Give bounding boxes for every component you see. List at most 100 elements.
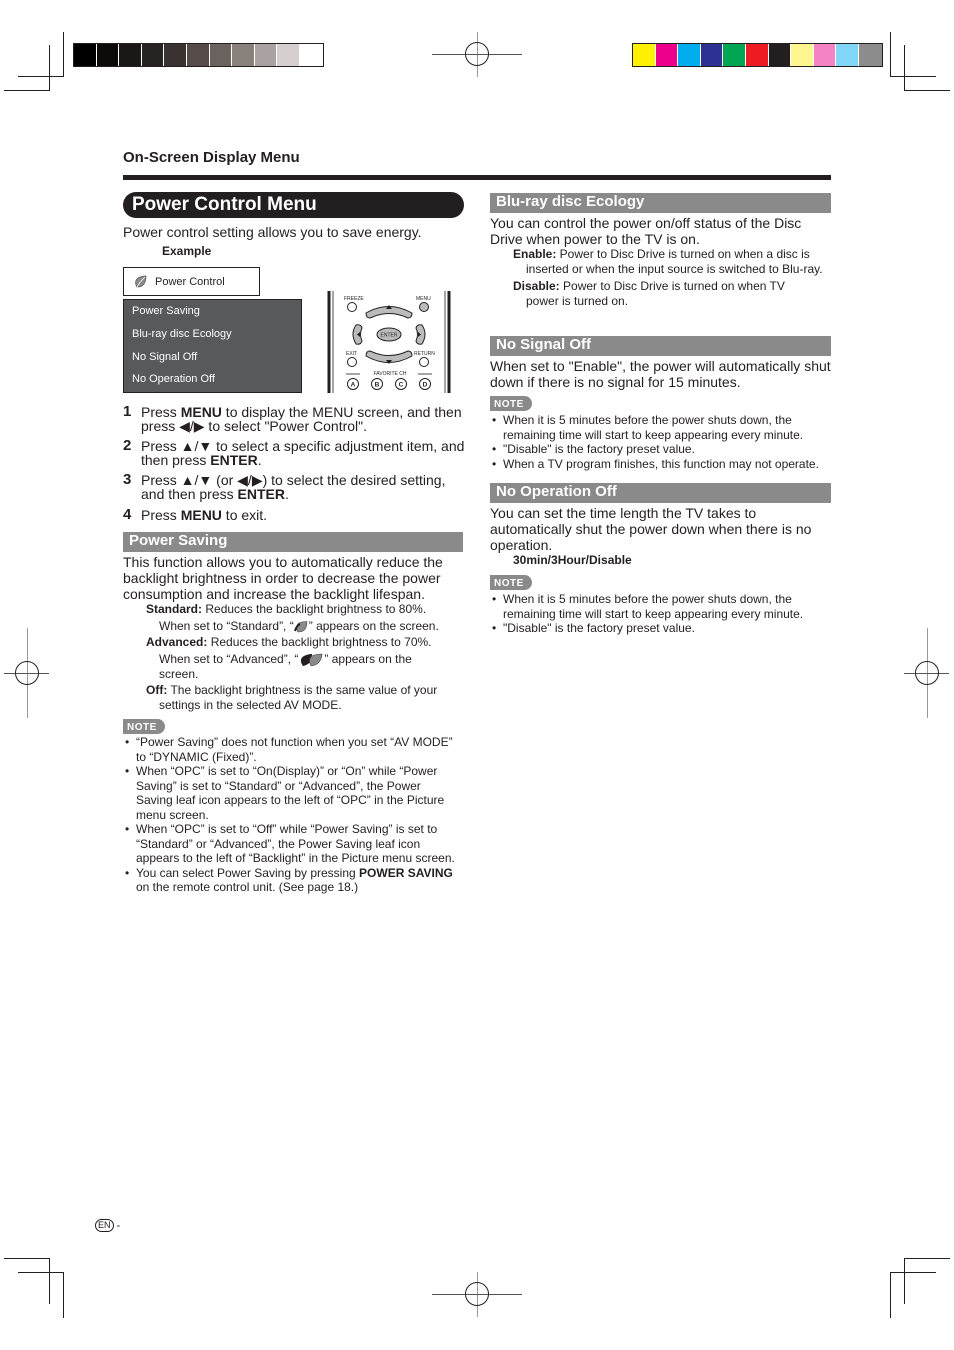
bluray-ecology-heading: Blu-ray disc Ecology bbox=[490, 193, 831, 213]
gray-swatch-1 bbox=[96, 44, 120, 66]
disable-option: Disable: Power to Disc Drive is turned o… bbox=[513, 279, 785, 308]
note-badge: NOTE bbox=[490, 396, 532, 411]
favorite-button-a[interactable]: A bbox=[347, 378, 359, 390]
example-label: Example bbox=[162, 244, 212, 258]
gray-swatch-2 bbox=[119, 44, 142, 66]
gray-swatch-8 bbox=[254, 44, 278, 66]
note-item: When it is 5 minutes before the power sh… bbox=[490, 413, 831, 442]
color-swatch-6 bbox=[768, 44, 792, 66]
header-rule bbox=[123, 175, 831, 180]
freeze-label: FREEZE bbox=[344, 296, 364, 302]
color-swatch-1 bbox=[655, 44, 679, 66]
svg-text:A: A bbox=[351, 382, 356, 389]
osd-item-bluray-ecology[interactable]: Blu-ray disc Ecology bbox=[132, 328, 232, 340]
gray-swatch-6 bbox=[209, 44, 233, 66]
exit-label: EXIT bbox=[346, 351, 357, 357]
power-saving-body: This function allows you to automaticall… bbox=[123, 554, 443, 602]
note-badge: NOTE bbox=[490, 575, 532, 590]
step-3: 3 Press ▲/▼ (or ◀/▶) to select the desir… bbox=[123, 471, 446, 502]
section-title: On-Screen Display Menu bbox=[123, 149, 300, 166]
single-leaf-icon bbox=[293, 621, 308, 633]
grayscale-color-bar bbox=[73, 43, 324, 67]
no-signal-off-heading: No Signal Off bbox=[490, 336, 831, 356]
svg-text:C: C bbox=[399, 382, 404, 389]
note-item: You can select Power Saving by pressing … bbox=[123, 866, 458, 895]
gray-swatch-10 bbox=[299, 44, 323, 66]
color-swatch-3 bbox=[700, 44, 724, 66]
return-label: RETURN bbox=[414, 351, 435, 357]
power-saving-notes: “Power Saving” does not function when yo… bbox=[123, 735, 458, 895]
double-leaf-icon bbox=[301, 653, 323, 667]
osd-item-no-signal-off[interactable]: No Signal Off bbox=[132, 351, 197, 363]
no-operation-off-section: No Operation Off You can set the time le… bbox=[490, 483, 831, 636]
color-swatch-8 bbox=[813, 44, 837, 66]
favorite-button-d[interactable]: D bbox=[419, 378, 431, 390]
note-item: When “OPC” is set to “Off” while “Power … bbox=[123, 822, 458, 866]
no-operation-off-body: You can set the time length the TV takes… bbox=[490, 505, 812, 553]
note-badge: NOTE bbox=[123, 719, 165, 734]
exit-button[interactable] bbox=[347, 357, 357, 367]
osd-title-box: Power Control bbox=[123, 267, 260, 296]
osd-menu: Power Saving Blu-ray disc Ecology No Sig… bbox=[123, 299, 302, 393]
process-color-bar bbox=[632, 43, 883, 67]
no-operation-notes: When it is 5 minutes before the power sh… bbox=[490, 592, 831, 636]
gray-swatch-5 bbox=[186, 44, 210, 66]
step-2: 2 Press ▲/▼ to select a specific adjustm… bbox=[123, 437, 465, 468]
osd-title: Power Control bbox=[155, 276, 225, 288]
gray-swatch-0 bbox=[74, 44, 97, 66]
freeze-button[interactable] bbox=[347, 302, 357, 312]
color-swatch-0 bbox=[633, 44, 656, 66]
color-swatch-10 bbox=[858, 44, 882, 66]
favorite-button-b[interactable]: B bbox=[371, 378, 383, 390]
osd-item-no-operation-off[interactable]: No Operation Off bbox=[132, 373, 215, 385]
off-option: Off: The backlight brightness is the sam… bbox=[146, 683, 438, 712]
color-swatch-9 bbox=[836, 44, 859, 66]
svg-text:B: B bbox=[375, 382, 380, 389]
power-saving-section: Power Saving This function allows you to… bbox=[123, 532, 463, 895]
advanced-note: When set to “Advanced”, “” appears on th… bbox=[159, 652, 412, 681]
color-swatch-4 bbox=[723, 44, 746, 66]
no-signal-off-section: No Signal Off When set to "Enable", the … bbox=[490, 336, 831, 471]
no-signal-notes: When it is 5 minutes before the power sh… bbox=[490, 413, 831, 471]
gray-swatch-3 bbox=[141, 44, 165, 66]
remote-control-illustration: FREEZE MENU ENTER EXIT RETURN FAVORITE C… bbox=[327, 291, 451, 393]
enter-label: ENTER bbox=[381, 333, 398, 339]
bluray-ecology-section: Blu-ray disc Ecology You can control the… bbox=[490, 193, 831, 309]
power-saving-heading: Power Saving bbox=[123, 532, 463, 552]
step-4: 4 Press MENU to exit. bbox=[123, 506, 268, 523]
note-item: When a TV program finishes, this functio… bbox=[490, 457, 831, 472]
standard-option: Standard: Reduces the backlight brightne… bbox=[146, 602, 427, 616]
note-item: "Disable" is the factory preset value. bbox=[490, 621, 831, 636]
advanced-option: Advanced: Reduces the backlight brightne… bbox=[146, 635, 432, 649]
menu-button[interactable] bbox=[419, 302, 429, 312]
favorite-ch-label: FAVORITE CH bbox=[374, 371, 407, 377]
step-1: 1 Press MENU to display the MENU screen,… bbox=[123, 403, 462, 434]
no-operation-off-heading: No Operation Off bbox=[490, 483, 831, 503]
no-operation-options: 30min/3Hour/Disable bbox=[513, 553, 632, 567]
note-item: "Disable" is the factory preset value. bbox=[490, 442, 831, 457]
standard-note: When set to “Standard”, “” appears on th… bbox=[159, 619, 439, 633]
intro-text: Power control setting allows you to save… bbox=[123, 224, 422, 240]
favorite-button-c[interactable]: C bbox=[395, 378, 407, 390]
leaf-icon bbox=[135, 275, 147, 288]
page-number-suffix: - bbox=[116, 1219, 121, 1232]
color-swatch-2 bbox=[678, 44, 701, 66]
gray-swatch-9 bbox=[277, 44, 300, 66]
language-badge: EN bbox=[95, 1219, 114, 1232]
page-title: Power Control Menu bbox=[123, 192, 464, 218]
osd-item-power-saving[interactable]: Power Saving bbox=[132, 305, 200, 317]
note-item: “Power Saving” does not function when yo… bbox=[123, 735, 458, 764]
color-swatch-5 bbox=[745, 44, 769, 66]
return-button[interactable] bbox=[419, 357, 429, 367]
bluray-ecology-body: You can control the power on/off status … bbox=[490, 215, 802, 247]
note-item: When it is 5 minutes before the power sh… bbox=[490, 592, 831, 621]
note-item: When “OPC” is set to “On(Display)” or “O… bbox=[123, 764, 458, 822]
svg-text:D: D bbox=[423, 382, 428, 389]
color-swatch-7 bbox=[791, 44, 814, 66]
no-signal-off-body: When set to "Enable", the power will aut… bbox=[490, 358, 831, 390]
menu-label: MENU bbox=[416, 296, 431, 302]
enable-option: Enable: Power to Disc Drive is turned on… bbox=[513, 247, 823, 276]
page-footer: EN - bbox=[95, 1219, 120, 1232]
gray-swatch-4 bbox=[164, 44, 187, 66]
gray-swatch-7 bbox=[232, 44, 255, 66]
